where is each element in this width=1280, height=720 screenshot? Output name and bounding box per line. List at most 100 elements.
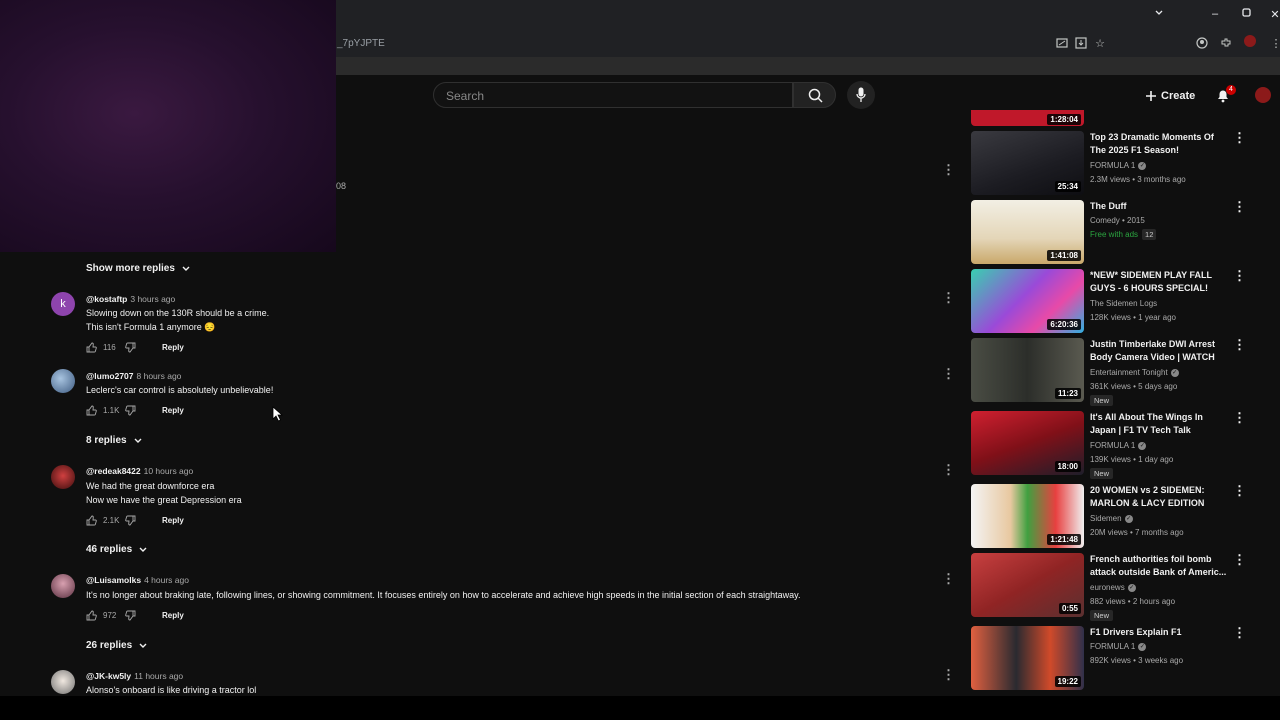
video-card[interactable]: 18:00 It's All About The Wings In Japan … <box>971 411 1246 479</box>
video-card[interactable]: 11:23 Justin Timberlake DWI Arrest Body … <box>971 338 1246 406</box>
reply-button[interactable]: Reply <box>162 343 184 352</box>
bookmark-star-icon[interactable]: ☆ <box>1093 37 1107 51</box>
new-badge: New <box>1090 468 1114 479</box>
video-title[interactable]: It's All About The Wings In Japan | F1 T… <box>1090 411 1230 437</box>
comment-author[interactable]: @lumo2707 <box>86 371 134 381</box>
comment-text: Leclerc's car control is absolutely unbe… <box>86 385 274 395</box>
video-thumbnail[interactable]: 11:23 <box>971 338 1084 402</box>
video-channel[interactable]: euronews ✓ <box>1090 583 1136 592</box>
avatar[interactable]: k <box>51 292 75 316</box>
video-card[interactable]: 25:34 Top 23 Dramatic Moments Of The 202… <box>971 131 1246 195</box>
comment-time[interactable]: 10 hours ago <box>144 466 194 476</box>
video-card[interactable]: 1:41:08 The Duff Comedy • 2015 Free with… <box>971 200 1246 264</box>
reply-button[interactable]: Reply <box>162 406 184 415</box>
extensions-icon[interactable] <box>1219 37 1233 51</box>
avatar[interactable] <box>51 369 75 393</box>
thumbs-up-icon[interactable] <box>86 342 97 353</box>
thumbs-up-icon[interactable] <box>86 610 97 621</box>
comment-more-icon[interactable]: ⋮ <box>942 463 955 477</box>
video-more-icon[interactable]: ⋮ <box>1233 626 1246 640</box>
video-thumbnail[interactable]: 0:55 <box>971 553 1084 617</box>
video-duration: 0:55 <box>1058 603 1081 614</box>
show-more-replies-button[interactable]: Show more replies <box>86 263 191 274</box>
like-count: 116 <box>103 342 116 352</box>
extension-badge-icon[interactable] <box>1244 35 1256 47</box>
comment-more-icon[interactable]: ⋮ <box>942 291 955 305</box>
comment-more-icon[interactable]: ⋮ <box>942 668 955 682</box>
comment-header: @Luisamolks 4 hours ago <box>86 575 189 585</box>
comment-time[interactable]: 8 hours ago <box>137 371 182 381</box>
video-title[interactable]: French authorities foil bomb attack outs… <box>1090 553 1230 579</box>
comment-more-icon[interactable]: ⋮ <box>942 367 955 381</box>
search-button[interactable] <box>793 82 836 108</box>
avatar[interactable] <box>51 465 75 489</box>
video-more-icon[interactable]: ⋮ <box>1233 338 1246 352</box>
avatar[interactable] <box>51 670 75 694</box>
video-title[interactable]: The Duff <box>1090 200 1230 213</box>
video-card[interactable]: 1:28:04 <box>971 110 1233 126</box>
comment-author[interactable]: @kostaftp <box>86 294 127 304</box>
video-more-icon[interactable]: ⋮ <box>1233 200 1246 214</box>
video-card[interactable]: 0:55 French authorities foil bomb attack… <box>971 553 1246 621</box>
video-thumbnail[interactable]: 19:22 <box>971 626 1084 690</box>
install-app-icon[interactable] <box>1074 37 1088 51</box>
account-avatar[interactable] <box>1255 87 1271 103</box>
video-thumbnail[interactable]: 25:34 <box>971 131 1084 195</box>
comment-author[interactable]: @Luisamolks <box>86 575 141 585</box>
thumbs-down-icon[interactable] <box>125 515 136 526</box>
video-more-icon[interactable]: ⋮ <box>1233 411 1246 425</box>
view-replies-button[interactable]: 8 replies <box>86 435 143 446</box>
video-card[interactable]: 19:22 F1 Drivers Explain F1 FORMULA 1 ✓ 8… <box>971 626 1246 690</box>
reply-button[interactable]: Reply <box>162 516 184 525</box>
tab-search-chevron-icon[interactable] <box>1152 8 1166 21</box>
video-channel[interactable]: The Sidemen Logs <box>1090 299 1157 308</box>
comment-time[interactable]: 11 hours ago <box>134 671 183 681</box>
comment-more-icon[interactable]: ⋮ <box>942 572 955 586</box>
thumbs-down-icon[interactable] <box>125 405 136 416</box>
create-button[interactable]: Create <box>1145 87 1195 105</box>
comment-author[interactable]: @JK-kw5ly <box>86 671 131 681</box>
voice-search-button[interactable] <box>847 81 875 109</box>
video-channel[interactable]: FORMULA 1 ✓ <box>1090 441 1147 450</box>
avatar[interactable] <box>51 574 75 598</box>
view-replies-button[interactable]: 46 replies <box>86 544 148 555</box>
thumbs-down-icon[interactable] <box>125 342 136 353</box>
thumbs-up-icon[interactable] <box>86 515 97 526</box>
video-thumbnail[interactable]: 1:41:08 <box>971 200 1084 264</box>
video-thumbnail[interactable]: 18:00 <box>971 411 1084 475</box>
more-actions-icon[interactable]: ⋮ <box>942 163 955 177</box>
reply-button[interactable]: Reply <box>162 611 184 620</box>
minimize-icon[interactable]: – <box>1208 8 1222 20</box>
video-more-icon[interactable]: ⋮ <box>1233 269 1246 283</box>
thumbs-down-icon[interactable] <box>125 610 136 621</box>
video-title[interactable]: F1 Drivers Explain F1 <box>1090 626 1230 639</box>
view-replies-button[interactable]: 26 replies <box>86 640 148 651</box>
video-channel[interactable]: Entertainment Tonight ✓ <box>1090 368 1179 377</box>
video-thumbnail[interactable]: 1:21:48 <box>971 484 1084 548</box>
video-thumbnail[interactable]: 1:28:04 <box>971 110 1084 126</box>
video-thumbnail[interactable]: 6:20:36 <box>971 269 1084 333</box>
video-channel[interactable]: Sidemen ✓ <box>1090 514 1133 523</box>
video-card[interactable]: 1:21:48 20 WOMEN vs 2 SIDEMEN: MARLON & … <box>971 484 1246 548</box>
close-window-icon[interactable]: ✕ <box>1268 8 1280 21</box>
video-title[interactable]: 20 WOMEN vs 2 SIDEMEN: MARLON & LACY EDI… <box>1090 484 1230 510</box>
video-more-icon[interactable]: ⋮ <box>1233 484 1246 498</box>
browser-menu-icon[interactable]: ⋮ <box>1269 37 1280 51</box>
search-input[interactable]: Search <box>433 82 793 108</box>
thumbs-up-icon[interactable] <box>86 405 97 416</box>
video-channel[interactable]: FORMULA 1 ✓ <box>1090 161 1147 170</box>
video-more-icon[interactable]: ⋮ <box>1233 553 1246 567</box>
comment-time[interactable]: 4 hours ago <box>144 575 189 585</box>
cast-icon[interactable] <box>1055 37 1069 51</box>
video-title[interactable]: *NEW* SIDEMEN PLAY FALL GUYS - 6 HOURS S… <box>1090 269 1230 295</box>
url-text[interactable]: _7pYJPTE <box>337 38 385 49</box>
video-title[interactable]: Justin Timberlake DWI Arrest Body Camera… <box>1090 338 1230 364</box>
restore-icon[interactable] <box>1239 8 1253 20</box>
comment-time[interactable]: 3 hours ago <box>130 294 175 304</box>
video-more-icon[interactable]: ⋮ <box>1233 131 1246 145</box>
video-card[interactable]: 6:20:36 *NEW* SIDEMEN PLAY FALL GUYS - 6… <box>971 269 1246 333</box>
video-channel[interactable]: FORMULA 1 ✓ <box>1090 642 1147 651</box>
comment-author[interactable]: @redeak8422 <box>86 466 141 476</box>
video-title[interactable]: Top 23 Dramatic Moments Of The 2025 F1 S… <box>1090 131 1230 157</box>
profile-icon[interactable] <box>1195 37 1209 51</box>
